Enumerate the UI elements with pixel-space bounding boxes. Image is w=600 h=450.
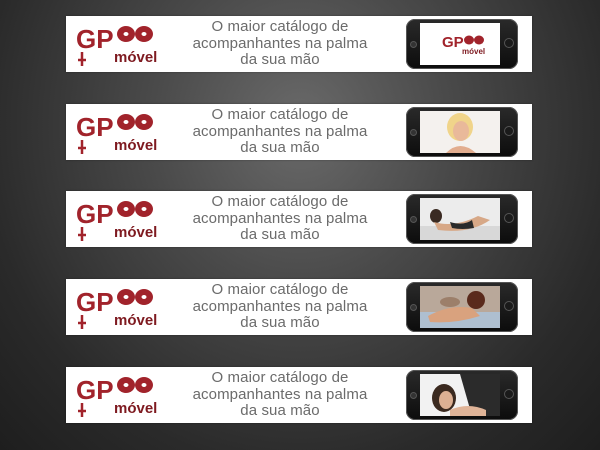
brand-gp-text: GP: [76, 287, 114, 317]
gp-movel-logo: GP móvel: [76, 199, 157, 241]
brand-movel-text: móvel: [114, 49, 157, 66]
tagline-line-2: acompanhantes na palma: [192, 209, 368, 227]
smartphone-icon: [406, 370, 518, 420]
smartphone-icon: GP móvel: [406, 19, 518, 69]
ad-banner-3[interactable]: GP móvel O maior catálogo de acompanhant…: [66, 191, 532, 247]
tagline-line-1: O maior catálogo de: [211, 18, 349, 35]
smartphone-icon: [406, 107, 518, 157]
tagline-line-3: da sua mão: [240, 51, 320, 68]
phone-screen-photo: [420, 286, 500, 328]
tagline-line-3: da sua mão: [240, 139, 320, 156]
tagline: O maior catálogo de acompanhantes na pal…: [182, 106, 378, 157]
tagline-line-2: acompanhantes na palma: [192, 34, 368, 52]
phone-screen-photo: [420, 198, 500, 240]
tagline: O maior catálogo de acompanhantes na pal…: [182, 281, 378, 332]
tagline: O maior catálogo de acompanhantes na pal…: [182, 18, 378, 69]
smartphone-icon: [406, 282, 518, 332]
brand-movel-text: móvel: [114, 400, 157, 417]
gp-movel-logo: GP móvel: [76, 24, 157, 66]
tagline-line-3: da sua mão: [240, 314, 320, 331]
tagline-line-2: acompanhantes na palma: [192, 122, 368, 140]
brand-movel-text: móvel: [114, 224, 157, 241]
brand-movel-text: móvel: [114, 137, 157, 154]
tagline-line-2: acompanhantes na palma: [192, 297, 368, 315]
brand-gp-text: GP: [76, 24, 114, 54]
tagline: O maior catálogo de acompanhantes na pal…: [182, 193, 378, 244]
ad-banner-1[interactable]: GP móvel O maior catálogo de acompanhant…: [66, 16, 532, 72]
tagline-line-2: acompanhantes na palma: [192, 385, 368, 403]
brand-gp-text: GP: [76, 199, 114, 229]
ad-banner-4[interactable]: GP móvel O maior catálogo de acompanhant…: [66, 279, 532, 335]
brand-movel-text: móvel: [114, 312, 157, 329]
tagline: O maior catálogo de acompanhantes na pal…: [182, 369, 378, 420]
gp-movel-logo: GP móvel: [76, 287, 157, 329]
ad-banner-2[interactable]: GP móvel O maior catálogo de acompanhant…: [66, 104, 532, 160]
brand-gp-text: GP: [76, 112, 114, 142]
ad-banner-5[interactable]: GP móvel O maior catálogo de acompanhant…: [66, 367, 532, 423]
screen-brand-gp: GP: [442, 34, 464, 51]
tagline-line-3: da sua mão: [240, 402, 320, 419]
screen-brand-movel: móvel: [462, 47, 485, 56]
phone-screen-logo: GP móvel: [420, 23, 500, 65]
gp-movel-logo: GP móvel: [76, 112, 157, 154]
tagline-line-1: O maior catálogo de: [211, 281, 349, 298]
tagline-line-1: O maior catálogo de: [211, 193, 349, 210]
tagline-line-1: O maior catálogo de: [211, 369, 349, 386]
brand-gp-text: GP: [76, 375, 114, 405]
phone-screen-photo: [420, 111, 500, 153]
phone-screen-photo: [420, 374, 500, 416]
gp-movel-logo: GP móvel: [76, 375, 157, 417]
smartphone-icon: [406, 194, 518, 244]
tagline-line-3: da sua mão: [240, 226, 320, 243]
tagline-line-1: O maior catálogo de: [211, 106, 349, 123]
